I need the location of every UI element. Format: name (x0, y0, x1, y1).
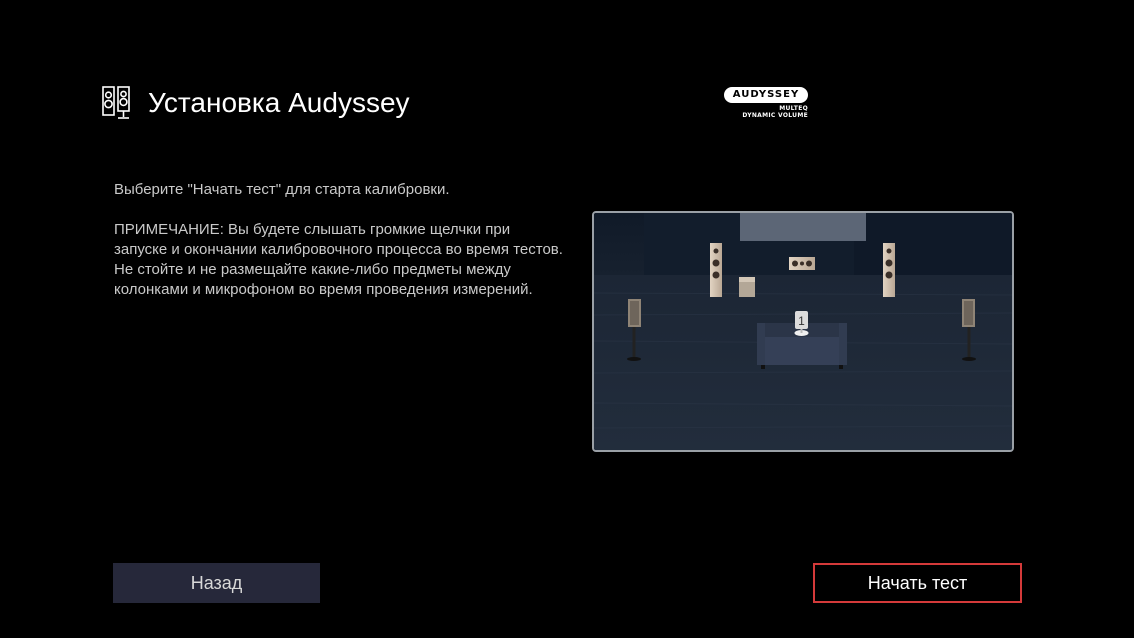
page-title: Установка Audyssey (148, 87, 410, 118)
instructions: Выберите "Начать тест" для старта калибр… (114, 180, 564, 300)
instruction-note: ПРИМЕЧАНИЕ: Вы будете слышать громкие ще… (114, 221, 563, 258)
back-button[interactable]: Назад (113, 563, 320, 603)
front-left-speaker (710, 243, 722, 297)
room-illustration: 1 (592, 211, 1014, 452)
audyssey-logo: AUDYSSEY MULTEQ DYNAMIC VOLUME (724, 87, 814, 123)
instruction-warning: Не стойте и не размещайте какие-либо пре… (114, 261, 533, 298)
instruction-start: Выберите "Начать тест" для старта калибр… (114, 181, 450, 198)
speakers-icon (102, 86, 130, 119)
logo-dynamic-volume: DYNAMIC VOLUME (742, 112, 808, 119)
logo-brand: AUDYSSEY (724, 87, 808, 103)
tv-screen (740, 213, 866, 241)
logo-multeq: MULTEQ (779, 105, 808, 112)
center-speaker (789, 257, 815, 270)
front-right-speaker (883, 243, 895, 297)
room-svg: 1 (594, 213, 1012, 450)
start-test-button[interactable]: Начать тест (813, 563, 1022, 603)
mic-position-label: 1 (798, 314, 805, 328)
